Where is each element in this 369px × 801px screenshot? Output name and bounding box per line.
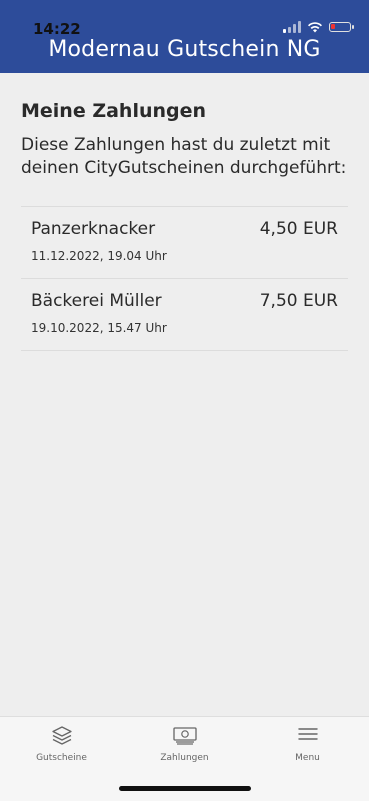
tab-label: Gutscheine <box>36 753 87 763</box>
signal-icon <box>283 21 301 33</box>
payment-row[interactable]: Panzerknacker 11.12.2022, 19.04 Uhr 4,50… <box>21 207 348 279</box>
tab-label: Menu <box>295 753 320 763</box>
payments-section: Meine Zahlungen Diese Zahlungen hast du … <box>21 100 348 351</box>
payment-date: 11.12.2022, 19.04 Uhr <box>31 249 167 263</box>
battery-icon <box>329 22 354 32</box>
money-icon <box>172 727 197 745</box>
wifi-icon <box>308 22 322 33</box>
home-indicator <box>119 786 251 791</box>
tab-gutscheine[interactable]: Gutscheine <box>0 717 123 777</box>
payment-merchant: Bäckerei Müller <box>31 291 162 311</box>
tab-zahlungen[interactable]: Zahlungen <box>123 717 246 777</box>
payment-amount: 7,50 EUR <box>259 291 338 311</box>
status-time: 14:22 <box>33 20 81 38</box>
payment-amount: 4,50 EUR <box>259 219 338 239</box>
app-title: Modernau Gutschein NG <box>48 37 321 62</box>
tab-menu[interactable]: Menu <box>246 717 369 777</box>
tab-label: Zahlungen <box>160 753 209 763</box>
page-title: Meine Zahlungen <box>21 100 207 122</box>
payment-merchant: Panzerknacker <box>31 219 156 239</box>
menu-icon <box>297 728 318 740</box>
payment-list: Panzerknacker 11.12.2022, 19.04 Uhr 4,50… <box>21 206 348 351</box>
app-header: 14:22 Modernau Gutschein NG <box>0 0 369 73</box>
payment-date: 19.10.2022, 15.47 Uhr <box>31 321 167 335</box>
status-icons <box>283 21 354 33</box>
page-description: Diese Zahlungen hast du zuletzt mit dein… <box>21 135 347 178</box>
layers-icon <box>51 726 72 745</box>
payment-row[interactable]: Bäckerei Müller 19.10.2022, 15.47 Uhr 7,… <box>21 279 348 351</box>
